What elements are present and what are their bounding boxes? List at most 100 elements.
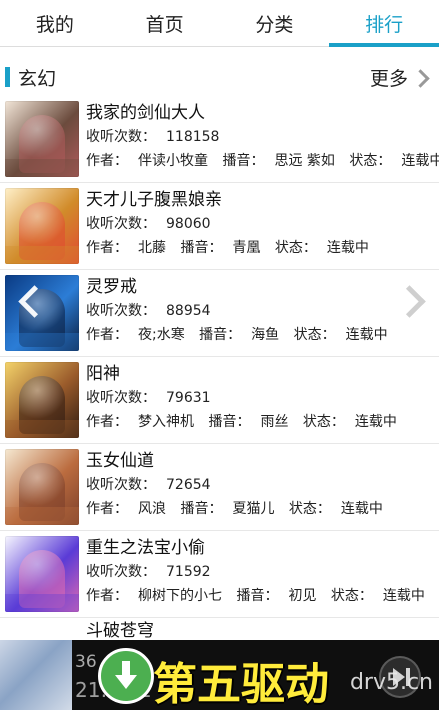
narrator-value: 雨丝	[260, 414, 289, 430]
top-tabbar: 我的 首页 分类 排行	[0, 0, 439, 47]
status-label: 状态：	[293, 327, 336, 343]
bottom-player-bar: 36 21:2 32 第五驱动 drv5.cn	[0, 640, 439, 710]
list-item[interactable]: 重生之法宝小偷 收听次数： 71592 作者： 柳树下的小七 播音： 初见 状态： 连载…	[0, 531, 439, 618]
ranking-list: 我家的剑仙大人 收听次数： 118158 作者： 伴读小牧童 播音： 思远 紫如 状态…	[0, 96, 439, 618]
section-accent-bar	[5, 67, 10, 87]
author-value: 伴读小牧童	[138, 153, 208, 169]
narrator-label: 播音：	[236, 588, 279, 604]
narrator-label: 播音：	[180, 501, 223, 517]
listens-label: 收听次数：	[86, 477, 156, 493]
author-label: 作者：	[86, 153, 128, 169]
partial-book-title: 斗破苍穹	[86, 621, 154, 641]
tab-mine-label: 我的	[35, 13, 74, 36]
listens-value: 88954	[166, 303, 211, 319]
item-meta: 我家的剑仙大人 收听次数： 118158 作者： 伴读小牧童 播音： 思远 紫如 状态…	[86, 96, 439, 172]
book-title: 我家的剑仙大人	[86, 103, 205, 123]
tab-mine[interactable]: 我的	[0, 0, 110, 46]
author-value: 风浪	[138, 501, 166, 517]
more-button[interactable]: 更多	[369, 64, 430, 91]
book-title: 阳神	[86, 364, 120, 384]
listens-value: 72654	[166, 477, 211, 493]
author-label: 作者：	[86, 501, 128, 517]
listens-label: 收听次数：	[86, 564, 156, 580]
cover-stripe	[5, 594, 79, 612]
info-line: 作者： 柳树下的小七 播音： 初见 状态： 连载中	[86, 585, 425, 607]
cover-stripe	[5, 246, 79, 264]
now-playing-line1: 36	[75, 652, 97, 672]
item-meta: 重生之法宝小偷 收听次数： 71592 作者： 柳树下的小七 播音： 初见 状态： 连载…	[86, 531, 425, 607]
book-cover	[5, 101, 79, 177]
status-value: 连载中	[345, 327, 388, 343]
status-value: 连载中	[382, 588, 425, 604]
item-meta: 玉女仙道 收听次数： 72654 作者： 风浪 播音： 夏猫儿 状态： 连载中	[86, 444, 383, 520]
more-label: 更多	[369, 68, 408, 90]
narrator-value: 初见	[288, 588, 317, 604]
book-cover	[5, 275, 79, 351]
listens-label: 收听次数：	[86, 129, 156, 145]
info-line: 作者： 风浪 播音： 夏猫儿 状态： 连载中	[86, 498, 383, 520]
book-title: 玉女仙道	[86, 451, 154, 471]
status-value: 连载中	[354, 414, 397, 430]
listen-count-line: 收听次数： 118158	[86, 126, 439, 148]
tab-home-label: 首页	[145, 13, 184, 36]
info-line: 作者： 伴读小牧童 播音： 思远 紫如 状态： 连载中	[86, 150, 439, 172]
narrator-label: 播音：	[208, 414, 251, 430]
tab-ranking[interactable]: 排行	[329, 0, 439, 47]
tab-ranking-label: 排行	[365, 13, 404, 36]
section-title: 玄幻	[18, 68, 57, 90]
status-value: 连载中	[340, 501, 383, 517]
cover-stripe	[5, 159, 79, 177]
narrator-label: 播音：	[222, 153, 265, 169]
author-value: 北藤	[138, 240, 166, 256]
listen-count-line: 收听次数： 79631	[86, 387, 397, 409]
narrator-value: 海鱼	[251, 327, 280, 343]
author-label: 作者：	[86, 588, 128, 604]
tab-category[interactable]: 分类	[220, 0, 330, 46]
listen-count-line: 收听次数： 71592	[86, 561, 425, 583]
author-label: 作者：	[86, 240, 128, 256]
narrator-value: 夏猫儿	[232, 501, 275, 517]
narrator-label: 播音：	[180, 240, 223, 256]
item-meta: 天才儿子腹黑娘亲 收听次数： 98060 作者： 北藤 播音： 青凰 状态： 连载中	[86, 183, 369, 259]
info-line: 作者： 夜;水寒 播音： 海鱼 状态： 连载中	[86, 324, 388, 346]
now-playing-cover	[0, 640, 72, 710]
book-cover	[5, 536, 79, 612]
chevron-right-icon	[411, 68, 430, 88]
book-title: 天才儿子腹黑娘亲	[86, 190, 222, 210]
author-label: 作者：	[86, 327, 128, 343]
section-header: 玄幻 更多	[0, 60, 439, 94]
item-meta: 灵罗戒 收听次数： 88954 作者： 夜;水寒 播音： 海鱼 状态： 连载中	[86, 270, 388, 346]
listens-value: 79631	[166, 390, 211, 406]
author-label: 作者：	[86, 414, 128, 430]
list-item[interactable]: 灵罗戒 收听次数： 88954 作者： 夜;水寒 播音： 海鱼 状态： 连载中	[0, 270, 439, 357]
status-value: 连载中	[401, 153, 439, 169]
narrator-label: 播音：	[199, 327, 242, 343]
status-label: 状态：	[274, 240, 317, 256]
status-label: 状态：	[288, 501, 331, 517]
list-item[interactable]: 阳神 收听次数： 79631 作者： 梦入神机 播音： 雨丝 状态： 连载中	[0, 357, 439, 444]
item-meta: 阳神 收听次数： 79631 作者： 梦入神机 播音： 雨丝 状态： 连载中	[86, 357, 397, 433]
listen-count-line: 收听次数： 98060	[86, 213, 369, 235]
listens-label: 收听次数：	[86, 303, 156, 319]
brand-watermark: 第五驱动	[153, 659, 329, 710]
list-item[interactable]: 天才儿子腹黑娘亲 收听次数： 98060 作者： 北藤 播音： 青凰 状态： 连载中	[0, 183, 439, 270]
info-line: 作者： 北藤 播音： 青凰 状态： 连载中	[86, 237, 369, 259]
book-title: 灵罗戒	[86, 277, 137, 297]
list-item[interactable]: 玉女仙道 收听次数： 72654 作者： 风浪 播音： 夏猫儿 状态： 连载中	[0, 444, 439, 531]
listens-value: 118158	[166, 129, 220, 145]
cover-stripe	[5, 420, 79, 438]
tab-home[interactable]: 首页	[110, 0, 220, 46]
book-cover	[5, 362, 79, 438]
partial-list-item[interactable]: 斗破苍穹	[0, 618, 439, 641]
book-cover	[5, 449, 79, 525]
cover-stripe	[5, 507, 79, 525]
download-icon	[98, 648, 154, 704]
list-item[interactable]: 我家的剑仙大人 收听次数： 118158 作者： 伴读小牧童 播音： 思远 紫如 状态…	[0, 96, 439, 183]
listens-value: 98060	[166, 216, 211, 232]
book-cover	[5, 188, 79, 264]
status-label: 状态：	[330, 588, 373, 604]
status-value: 连载中	[326, 240, 369, 256]
status-label: 状态：	[302, 414, 345, 430]
author-value: 夜;水寒	[138, 327, 185, 343]
listens-label: 收听次数：	[86, 216, 156, 232]
